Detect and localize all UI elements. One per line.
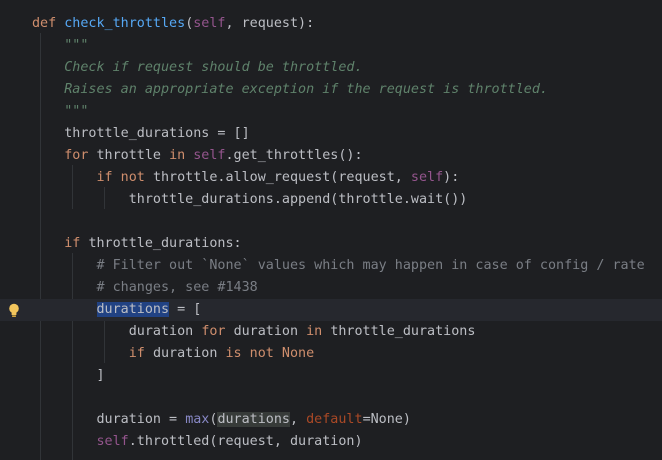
code-token: self [410, 170, 444, 185]
code-line[interactable]: # changes, see #1438 [0, 277, 662, 299]
code-text: duration for duration in throttle_durati… [32, 321, 476, 343]
code-token: throttle_durations = [] [64, 126, 250, 141]
code-token: duration [233, 324, 307, 339]
code-line[interactable]: def check_throttles(self, request): [0, 13, 662, 35]
code-text: if throttle_durations: [32, 233, 242, 255]
code-text: """ [32, 101, 88, 123]
code-text: self.throttled(request, duration) [32, 431, 363, 453]
code-line[interactable]: if throttle_durations: [0, 233, 662, 255]
code-text: Check if request should be throttled. [32, 57, 363, 79]
code-line[interactable]: Raises an appropriate exception if the r… [0, 79, 662, 101]
code-token: is not None [225, 346, 315, 361]
code-token: , [290, 412, 307, 427]
code-line-current[interactable]: durations = [ [0, 299, 662, 321]
code-token: Raises an appropriate exception if the r… [64, 82, 548, 97]
code-token: default [306, 412, 363, 427]
code-token: duration = [96, 412, 186, 427]
code-token: durations [217, 412, 290, 427]
code-token: throttle_durations.append(throttle.wait(… [128, 192, 468, 207]
code-line[interactable] [0, 387, 662, 409]
code-line[interactable]: for throttle in self.get_throttles(): [0, 145, 662, 167]
code-token: for [64, 148, 97, 163]
code-text: if not throttle.allow_request(request, s… [32, 167, 460, 189]
code-line[interactable]: # Filter out `None` values which may hap… [0, 255, 662, 277]
code-editor[interactable]: def check_throttles(self, request): """ … [0, 0, 662, 460]
code-text: for throttle in self.get_throttles(): [32, 145, 363, 167]
lightbulb-icon[interactable] [8, 303, 20, 318]
code-token: .get_throttles(): [225, 148, 363, 163]
code-token: in [169, 148, 194, 163]
code-token: .throttled(request, duration) [128, 434, 363, 449]
code-text: Raises an appropriate exception if the r… [32, 79, 548, 101]
code-token: if [128, 346, 153, 361]
code-token: self [96, 434, 129, 449]
code-token: # Filter out `None` values which may hap… [96, 258, 645, 273]
code-token: = [ [169, 302, 202, 317]
code-token: for [201, 324, 234, 339]
code-line[interactable]: throttle_durations = [] [0, 123, 662, 145]
code-token: if not [96, 170, 153, 185]
code-text: ] [32, 365, 105, 387]
code-text: # Filter out `None` values which may hap… [32, 255, 645, 277]
code-token: =None) [362, 412, 411, 427]
code-token: duration [128, 324, 202, 339]
code-text: throttle_durations = [] [32, 123, 250, 145]
code-token: max [185, 412, 210, 427]
code-text: # changes, see #1438 [32, 277, 258, 299]
code-line[interactable]: """ [0, 101, 662, 123]
code-token: Check if request should be throttled. [64, 60, 363, 75]
code-token: , request): [225, 16, 315, 31]
code-token: ): [443, 170, 460, 185]
code-token: duration [152, 346, 226, 361]
code-token: throttle_durations [330, 324, 476, 339]
code-line[interactable] [0, 211, 662, 233]
code-text: throttle_durations.append(throttle.wait(… [32, 189, 468, 211]
code-line[interactable]: Check if request should be throttled. [0, 57, 662, 79]
code-token: if [64, 236, 89, 251]
code-token: throttle.allow_request(request, [152, 170, 411, 185]
selected-token: durations [96, 302, 170, 317]
code-token: check_throttles [64, 16, 186, 31]
code-line[interactable]: ] [0, 365, 662, 387]
code-token: self [193, 148, 226, 163]
code-text: def check_throttles(self, request): [32, 13, 314, 35]
code-token: throttle [96, 148, 170, 163]
code-token: throttle_durations: [88, 236, 242, 251]
code-token: """ [64, 38, 89, 53]
code-token: self [193, 16, 226, 31]
code-line[interactable]: if not throttle.allow_request(request, s… [0, 167, 662, 189]
code-line[interactable]: duration for duration in throttle_durati… [0, 321, 662, 343]
code-token: """ [64, 104, 89, 119]
code-line[interactable]: if duration is not None [0, 343, 662, 365]
code-text: duration = max(durations, default=None) [32, 409, 411, 431]
code-text: if duration is not None [32, 343, 314, 365]
code-line[interactable]: """ [0, 35, 662, 57]
code-token: ] [96, 368, 105, 383]
code-line[interactable]: self.throttled(request, duration) [0, 431, 662, 453]
code-line[interactable]: duration = max(durations, default=None) [0, 409, 662, 431]
code-line[interactable]: throttle_durations.append(throttle.wait(… [0, 189, 662, 211]
code-text: """ [32, 35, 88, 57]
code-token: in [306, 324, 331, 339]
code-token: # changes, see #1438 [96, 280, 258, 295]
code-token: def [32, 16, 65, 31]
code-text: durations = [ [32, 299, 201, 321]
